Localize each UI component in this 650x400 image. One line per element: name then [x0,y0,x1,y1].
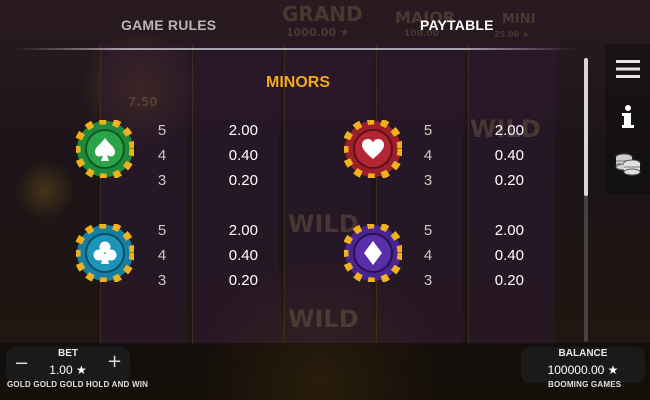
payout-value: 0.20 [494,272,524,289]
balance-amount: 100000.00 [547,363,605,377]
menu-icon [616,60,640,78]
bet-increase-button[interactable]: + [107,353,122,371]
payout-value: 0.40 [228,147,258,164]
payout-value: 0.20 [228,172,258,189]
payout-value: 0.20 [494,172,524,189]
count-label: 5 [157,122,167,139]
balance-value: 100000.00 ★ [533,363,633,377]
wild-symbol-text: WILD [288,305,359,333]
provider-name: BOOMING GAMES [548,380,622,389]
scrollbar-thumb[interactable] [584,58,588,196]
side-menu-panel [605,44,650,194]
payout-value: 0.40 [228,247,258,264]
payout-value: 2.00 [494,222,524,239]
count-label: 4 [423,247,433,264]
count-label: 3 [423,172,433,189]
paytable-scrollbar[interactable] [584,58,588,342]
count-label: 5 [423,222,433,239]
star-icon: ★ [607,363,619,377]
section-title-minors: MINORS [266,74,330,91]
red-heart-chip-icon [344,120,402,178]
tab-paytable[interactable]: PAYTABLE [420,17,494,33]
bet-amount: 1.00 [49,363,73,377]
count-label: 3 [157,272,167,289]
count-label: 3 [423,272,433,289]
count-label: 5 [423,122,433,139]
bet-label: BET [58,348,78,359]
menu-button[interactable] [615,56,641,82]
tab-game-rules[interactable]: GAME RULES [121,17,216,33]
green-spade-chip-icon [76,120,134,178]
count-label: 4 [157,147,167,164]
star-icon: ★ [75,363,87,377]
balance-panel: BALANCE 100000.00 ★ [521,347,645,383]
purple-diamond-chip-icon [344,224,402,282]
coin-value: 7.50 [128,95,158,109]
bet-value: 1.00 ★ [40,363,96,377]
payout-value: 2.00 [228,222,258,239]
count-label: 3 [157,172,167,189]
payout-value: 0.40 [494,247,524,264]
balance-label: BALANCE [558,348,608,359]
bet-decrease-button[interactable]: − [14,355,29,373]
game-name: GOLD GOLD GOLD HOLD AND WIN [7,380,149,389]
payout-value: 2.00 [494,122,524,139]
count-label: 4 [157,247,167,264]
payout-value: 0.20 [228,272,258,289]
payout-value: 0.40 [494,147,524,164]
header-divider [14,48,576,50]
bet-panel: − BET 1.00 ★ + [6,347,130,383]
paytable-header: GAME RULES PAYTABLE [0,0,600,48]
coins-button[interactable] [615,150,641,176]
blue-club-chip-icon [76,224,134,282]
count-label: 5 [157,222,167,239]
info-button[interactable] [615,104,641,130]
payout-value: 2.00 [228,122,258,139]
count-label: 4 [423,147,433,164]
info-icon [622,105,634,128]
coins-stack-icon [615,153,641,176]
